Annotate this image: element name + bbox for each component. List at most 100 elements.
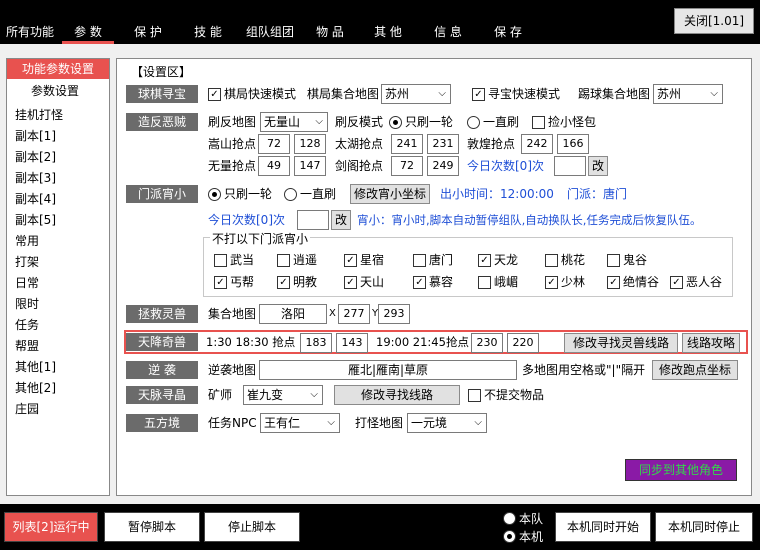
kick-map-select[interactable]: 苏州 ⌵ (653, 84, 723, 104)
songshan-y-input[interactable]: 128 (294, 134, 326, 154)
qiuqi-fast-checkbox[interactable]: ✓ (208, 88, 221, 101)
modify-xiaoxiao-button[interactable]: 修改宵小坐标 (350, 184, 430, 204)
tianjiang-a-y-input[interactable]: 143 (336, 333, 368, 353)
tab-info[interactable]: 信 息 (422, 24, 474, 44)
zaofan-change-button[interactable]: 改 (588, 156, 608, 176)
dunhuang-y-input[interactable]: 166 (557, 134, 589, 154)
school-checkbox[interactable]: ✓ (413, 276, 426, 289)
school-checkbox[interactable] (214, 254, 227, 267)
tianjiang-b-x-input[interactable]: 230 (471, 333, 503, 353)
nixi-map-label: 逆袭地图 (208, 363, 257, 377)
school-checkbox[interactable]: ✓ (214, 276, 227, 289)
tab-other[interactable]: 其 他 (362, 24, 414, 44)
school-checkbox[interactable] (277, 254, 290, 267)
wuliang-x-input[interactable]: 49 (258, 156, 290, 176)
no-submit-checkbox[interactable] (468, 389, 481, 402)
sidebar-item[interactable]: 副本[3] (15, 168, 56, 189)
zaofan-once-radio[interactable] (389, 116, 402, 129)
tab-all-functions[interactable]: 所有功能 (2, 24, 58, 44)
pause-script-button[interactable]: 暂停脚本 (104, 512, 200, 542)
sidebar-item[interactable]: 打架 (15, 252, 39, 273)
sidebar-item[interactable]: 庄园 (15, 399, 39, 420)
zhengjiu-x-input[interactable]: 277 (338, 304, 370, 324)
sidebar-item[interactable]: 副本[4] (15, 189, 56, 210)
tab-items[interactable]: 物 品 (304, 24, 356, 44)
sidebar-item[interactable]: 其他[1] (15, 357, 56, 378)
sidebar-item[interactable]: 副本[2] (15, 147, 56, 168)
sidebar-header: 功能参数设置 (7, 59, 109, 79)
team-radio[interactable] (503, 512, 516, 525)
jiange-y-input[interactable]: 249 (427, 156, 459, 176)
tianjiang-b-y-input[interactable]: 220 (507, 333, 539, 353)
sidebar-item[interactable]: 任务 (15, 315, 39, 336)
tianjiang-a-x-input[interactable]: 183 (300, 333, 332, 353)
settings-panel: 【设置区】 球棋寻宝 ✓ 棋局快速模式 棋局集合地图 苏州 ⌵ ✓ 寻宝快速模式 … (116, 58, 752, 496)
menpai-always-radio[interactable] (284, 188, 297, 201)
menpai-label: 门派宵小 (126, 185, 198, 203)
sidebar-item[interactable]: 限时 (15, 294, 39, 315)
tab-skills[interactable]: 技 能 (182, 24, 234, 44)
treasure-fast-checkbox[interactable]: ✓ (472, 88, 485, 101)
taihu-x-input[interactable]: 241 (391, 134, 423, 154)
stop-all-button[interactable]: 本机同时停止 (655, 512, 753, 542)
menpai-time: 出小时间：12:00:00 (440, 187, 554, 201)
start-all-button[interactable]: 本机同时开始 (555, 512, 651, 542)
zhengjiu-y-input[interactable]: 293 (378, 304, 410, 324)
chevron-down-icon: ⌵ (438, 88, 446, 99)
school-checkbox[interactable]: ✓ (344, 276, 357, 289)
school-checkbox[interactable]: ✓ (670, 276, 683, 289)
school-checkbox[interactable]: ✓ (277, 276, 290, 289)
zhengjiu-map-input[interactable]: 洛阳 (259, 304, 327, 324)
wuliang-y-input[interactable]: 147 (294, 156, 326, 176)
nixi-map-input[interactable]: 雁北|雁南|草原 (259, 360, 517, 380)
qiuqi-map-select[interactable]: 苏州 ⌵ (381, 84, 451, 104)
school-checkbox[interactable] (545, 254, 558, 267)
menpai-change-button[interactable]: 改 (331, 210, 351, 230)
tab-team[interactable]: 组队组团 (240, 24, 300, 44)
team-label: 本队 (519, 512, 544, 526)
list-running-button[interactable]: 列表[2]运行中 (4, 512, 98, 542)
sidebar-item[interactable]: 常用 (15, 231, 39, 252)
sidebar-item[interactable]: 挂机打怪 (15, 105, 63, 126)
sidebar-item[interactable]: 日常 (15, 273, 39, 294)
taihu-y-input[interactable]: 231 (427, 134, 459, 154)
tab-save[interactable]: 保 存 (482, 24, 534, 44)
sidebar-item[interactable]: 副本[5] (15, 210, 56, 231)
zaofan-always-radio[interactable] (467, 116, 480, 129)
school-checkbox[interactable] (413, 254, 426, 267)
miner-select[interactable]: 崔九变 ⌵ (243, 385, 323, 405)
sidebar-item[interactable]: 其他[2] (15, 378, 56, 399)
dunhuang-x-input[interactable]: 242 (521, 134, 553, 154)
sidebar-item[interactable]: 副本[1] (15, 126, 56, 147)
tab-protect[interactable]: 保 护 (122, 24, 174, 44)
sidebar-item-params-settings[interactable]: 参数设置 (31, 81, 79, 102)
nixi-hint: 多地图用空格或"|"隔开 (522, 363, 646, 377)
stop-script-button[interactable]: 停止脚本 (204, 512, 300, 542)
modify-run-point-button[interactable]: 修改跑点坐标 (652, 360, 738, 380)
pick-monster-checkbox[interactable] (532, 116, 545, 129)
local-radio[interactable] (503, 530, 516, 543)
jiange-x-input[interactable]: 72 (391, 156, 423, 176)
zaofan-map-select[interactable]: 无量山 ⌵ (260, 112, 328, 132)
school-label: 星宿 (360, 253, 385, 267)
school-checkbox[interactable] (478, 276, 491, 289)
close-button[interactable]: 关闭[1.01] (674, 8, 754, 34)
npc-select[interactable]: 王有仁 ⌵ (260, 413, 340, 433)
fight-map-select[interactable]: 一元境 ⌵ (407, 413, 487, 433)
route-guide-button[interactable]: 线路攻略 (682, 333, 740, 353)
fight-map-label: 打怪地图 (355, 416, 404, 430)
school-checkbox[interactable]: ✓ (607, 276, 620, 289)
songshan-x-input[interactable]: 72 (258, 134, 290, 154)
school-checkbox[interactable]: ✓ (545, 276, 558, 289)
sync-to-other-roles-button[interactable]: 同步到其他角色 (625, 459, 737, 481)
sidebar-item[interactable]: 帮盟 (15, 336, 39, 357)
school-checkbox[interactable]: ✓ (344, 254, 357, 267)
menpai-count-input[interactable] (297, 210, 329, 230)
school-checkbox[interactable] (607, 254, 620, 267)
modify-beast-route-button[interactable]: 修改寻找灵兽线路 (564, 333, 678, 353)
zaofan-count-input[interactable] (554, 156, 586, 176)
menpai-once-radio[interactable] (208, 188, 221, 201)
tab-params[interactable]: 参 数 (62, 24, 114, 44)
school-checkbox[interactable]: ✓ (478, 254, 491, 267)
modify-search-route-button[interactable]: 修改寻找线路 (334, 385, 460, 405)
